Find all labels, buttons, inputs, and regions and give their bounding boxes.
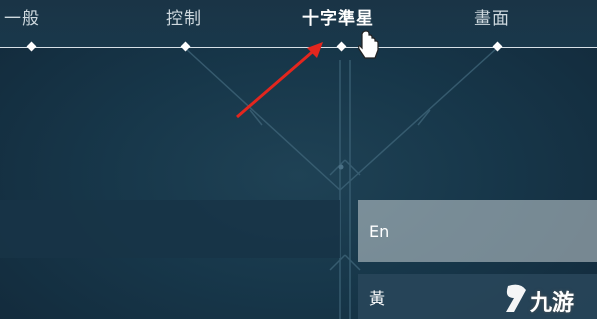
red-arrow-shaft	[236, 45, 319, 119]
watermark-text: 九游	[530, 291, 575, 316]
annotation-overlay	[236, 30, 379, 119]
hand-cursor-icon	[358, 30, 379, 59]
